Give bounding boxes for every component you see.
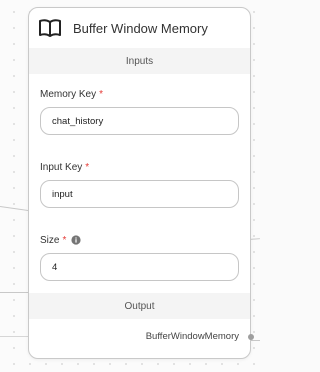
connection-edge	[0, 206, 32, 212]
flow-canvas[interactable]: Buffer Window Memory Inputs Memory Key *…	[0, 0, 260, 372]
required-marker: *	[85, 161, 90, 173]
memory-key-label-text: Memory Key	[40, 88, 97, 100]
required-marker: *	[62, 234, 67, 246]
memory-key-input[interactable]: chat_history	[40, 107, 239, 135]
node-header[interactable]: Buffer Window Memory	[29, 8, 250, 48]
memory-key-value: chat_history	[52, 115, 104, 127]
output-section-header: Output	[29, 293, 250, 319]
input-key-value: input	[52, 188, 73, 200]
output-value: BufferWindowMemory	[145, 330, 239, 342]
connection-edge	[0, 292, 30, 293]
buffer-window-memory-node[interactable]: Buffer Window Memory Inputs Memory Key *…	[28, 7, 254, 359]
input-key-label: Input Key *	[40, 160, 239, 174]
inputs-section-header: Inputs	[29, 48, 250, 74]
output-handle[interactable]	[248, 334, 254, 340]
input-key-input[interactable]: input	[40, 180, 239, 208]
size-label: Size *	[40, 233, 239, 247]
required-marker: *	[99, 88, 104, 100]
size-value: 4	[52, 261, 58, 273]
size-label-text: Size	[40, 234, 60, 246]
memory-key-label: Memory Key *	[40, 87, 239, 101]
memory-key-field: Memory Key * chat_history	[29, 87, 250, 135]
input-key-label-text: Input Key	[40, 161, 83, 173]
size-field: Size * 4	[29, 233, 250, 281]
size-input[interactable]: 4	[40, 253, 239, 281]
input-key-field: Input Key * input	[29, 160, 250, 208]
node-title: Buffer Window Memory	[73, 20, 208, 36]
output-row: BufferWindowMemory	[29, 319, 254, 353]
inputs-label: Inputs	[125, 55, 154, 67]
connection-edge	[0, 336, 30, 337]
output-label: Output	[124, 300, 155, 312]
book-icon	[37, 15, 63, 41]
info-icon[interactable]	[71, 235, 81, 245]
